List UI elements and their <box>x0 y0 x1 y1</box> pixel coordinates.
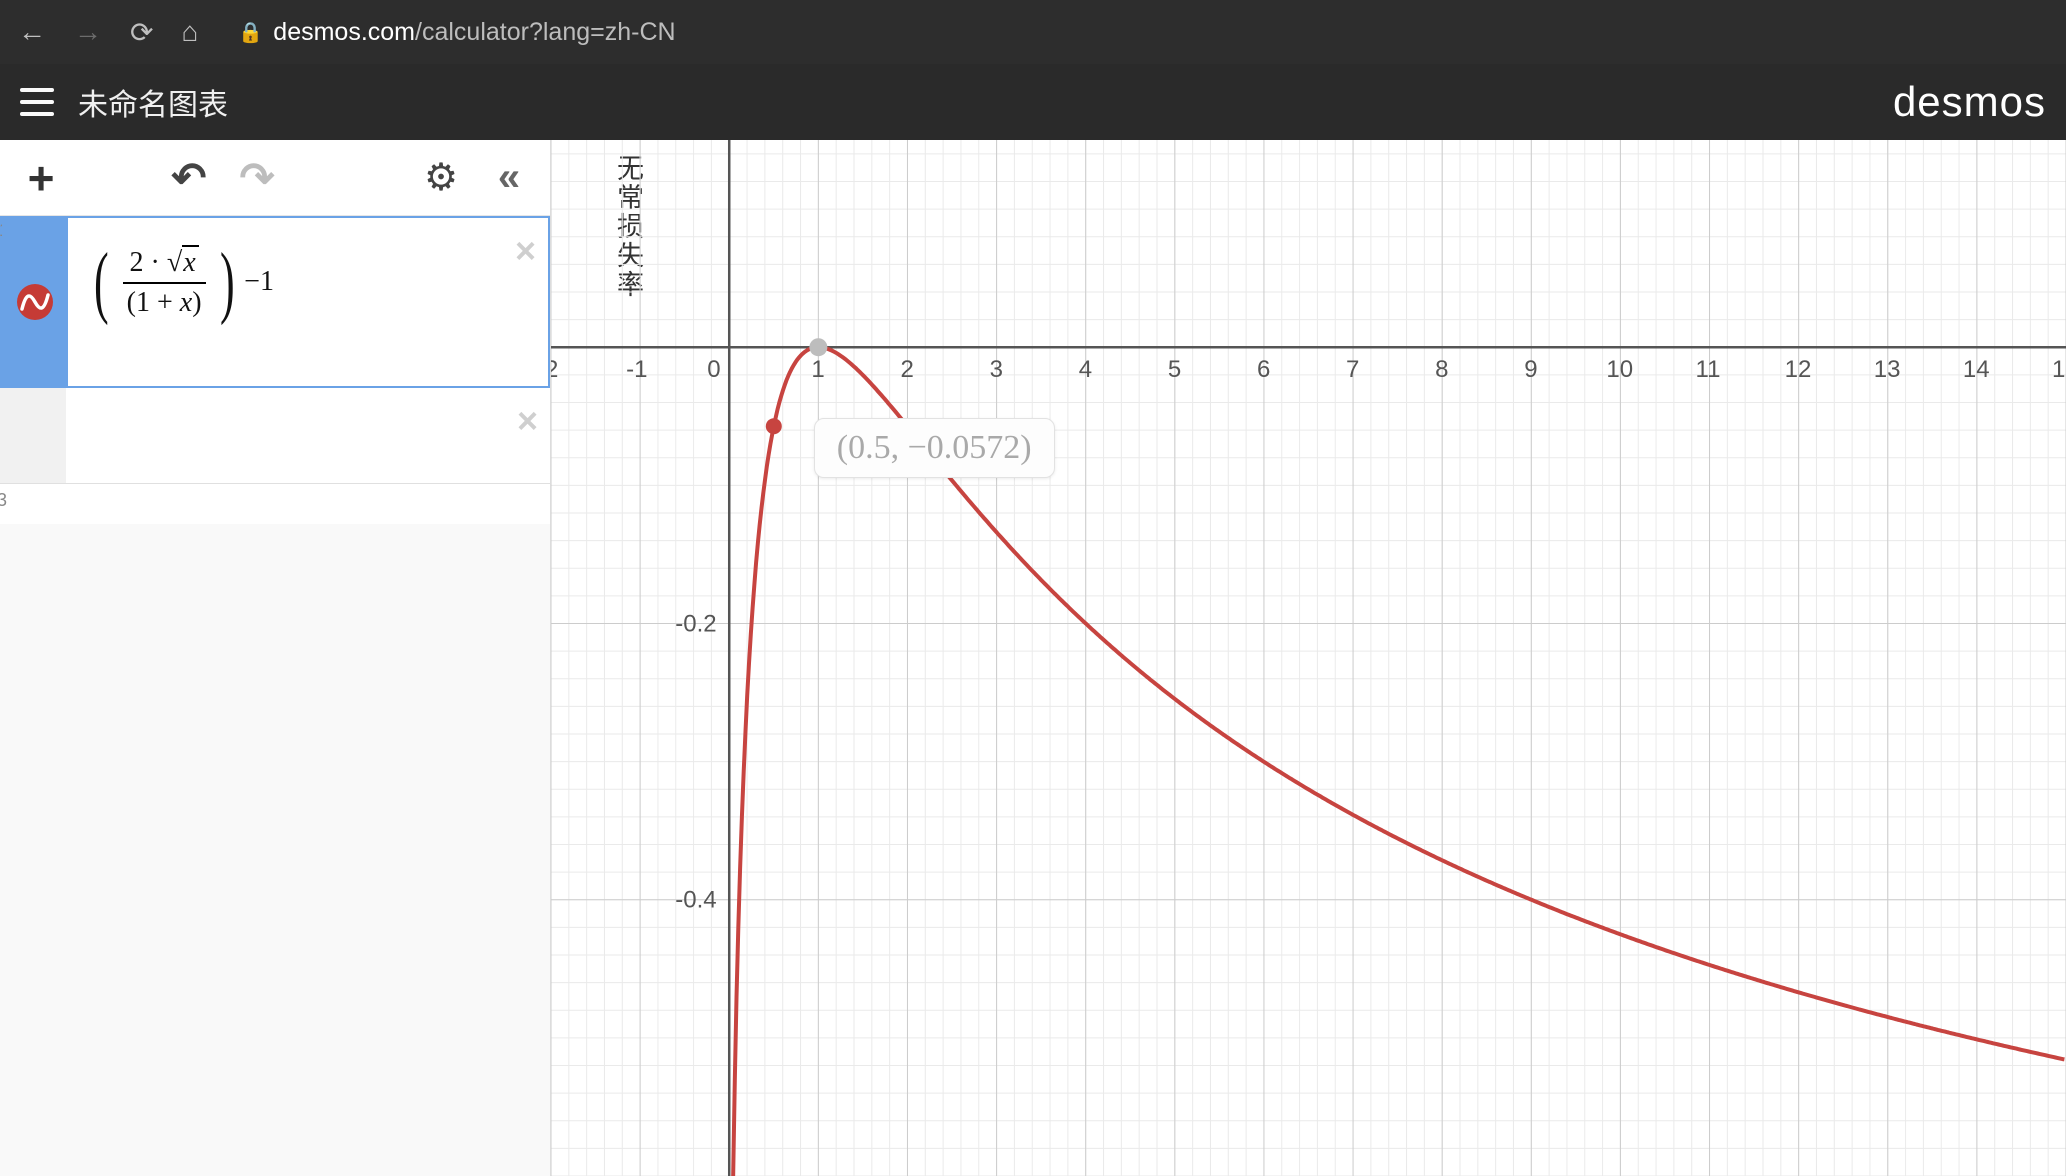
svg-text:14: 14 <box>1963 356 1990 383</box>
back-icon[interactable]: ← <box>18 16 46 48</box>
svg-text:-0.4: -0.4 <box>675 887 716 914</box>
expression-input[interactable] <box>66 388 550 458</box>
svg-text:5: 5 <box>1168 356 1181 383</box>
url-domain: desmos.com <box>273 18 415 47</box>
expression-row[interactable]: 2 × <box>0 388 550 484</box>
svg-text:10: 10 <box>1606 356 1633 383</box>
svg-text:9: 9 <box>1524 356 1537 383</box>
expression-row[interactable]: 1 ( 2 · √x (1 + x) ) − <box>0 216 550 388</box>
svg-text:0: 0 <box>707 356 720 383</box>
expression-list: 1 ( 2 · √x (1 + x) ) − <box>0 216 550 524</box>
svg-text:12: 12 <box>1785 356 1812 383</box>
plot-svg: -2-10123456789101112131415-0.2-0.4 <box>551 140 2066 1176</box>
expression-toolbar: + ↶ ↷ ⚙ « <box>0 140 550 216</box>
graph-title[interactable]: 未命名图表 <box>78 80 228 124</box>
svg-text:7: 7 <box>1346 356 1359 383</box>
app-header: 未命名图表 desmos <box>0 64 2066 140</box>
expression-formula: ( 2 · √x (1 + x) ) −1 <box>88 242 274 322</box>
svg-text:-2: -2 <box>551 356 558 383</box>
expression-gutter[interactable] <box>2 218 68 386</box>
expression-input[interactable]: ( 2 · √x (1 + x) ) −1 <box>68 218 548 346</box>
delete-expression-button[interactable]: × <box>515 230 536 272</box>
redo-button[interactable]: ↷ <box>228 154 286 202</box>
expression-color-chip[interactable] <box>17 284 53 320</box>
forward-icon[interactable]: → <box>74 16 102 48</box>
lock-icon: 🔒 <box>238 20 263 45</box>
browser-chrome: ← → ⟳ ⌂ 🔒 desmos.com/calculator?lang=zh-… <box>0 0 2066 64</box>
svg-text:15: 15 <box>2052 356 2066 383</box>
svg-text:11: 11 <box>1696 356 1721 383</box>
svg-text:4: 4 <box>1079 356 1092 383</box>
delete-expression-button[interactable]: × <box>517 400 538 442</box>
svg-text:6: 6 <box>1257 356 1270 383</box>
reload-icon[interactable]: ⟳ <box>130 16 153 49</box>
url-path: /calculator?lang=zh-CN <box>415 18 676 47</box>
svg-text:-0.2: -0.2 <box>675 610 716 637</box>
home-icon[interactable]: ⌂ <box>181 16 198 48</box>
undo-button[interactable]: ↶ <box>160 154 218 202</box>
row-index: 3 <box>0 490 7 511</box>
brand-logo: desmos <box>1893 78 2046 126</box>
menu-icon[interactable] <box>20 88 54 116</box>
svg-text:3: 3 <box>990 356 1003 383</box>
svg-text:8: 8 <box>1435 356 1448 383</box>
expression-panel: + ↶ ↷ ⚙ « 1 ( 2 · <box>0 140 551 1176</box>
url-bar[interactable]: 🔒 desmos.com/calculator?lang=zh-CN <box>238 18 675 47</box>
expression-gutter[interactable] <box>0 388 66 483</box>
graph-canvas[interactable]: 无常损失率 -2-10123456789101112131415-0.2-0.4… <box>551 140 2066 1176</box>
add-expression-button[interactable]: + <box>12 154 70 202</box>
trace-tooltip: (0.5, −0.0572) <box>814 418 1055 478</box>
svg-text:-1: -1 <box>626 356 647 383</box>
svg-text:1: 1 <box>811 356 824 383</box>
settings-button[interactable]: ⚙ <box>412 154 470 202</box>
collapse-panel-button[interactable]: « <box>480 154 538 202</box>
svg-text:13: 13 <box>1874 356 1901 383</box>
expression-row[interactable]: 3 <box>0 484 550 524</box>
svg-text:2: 2 <box>900 356 913 383</box>
